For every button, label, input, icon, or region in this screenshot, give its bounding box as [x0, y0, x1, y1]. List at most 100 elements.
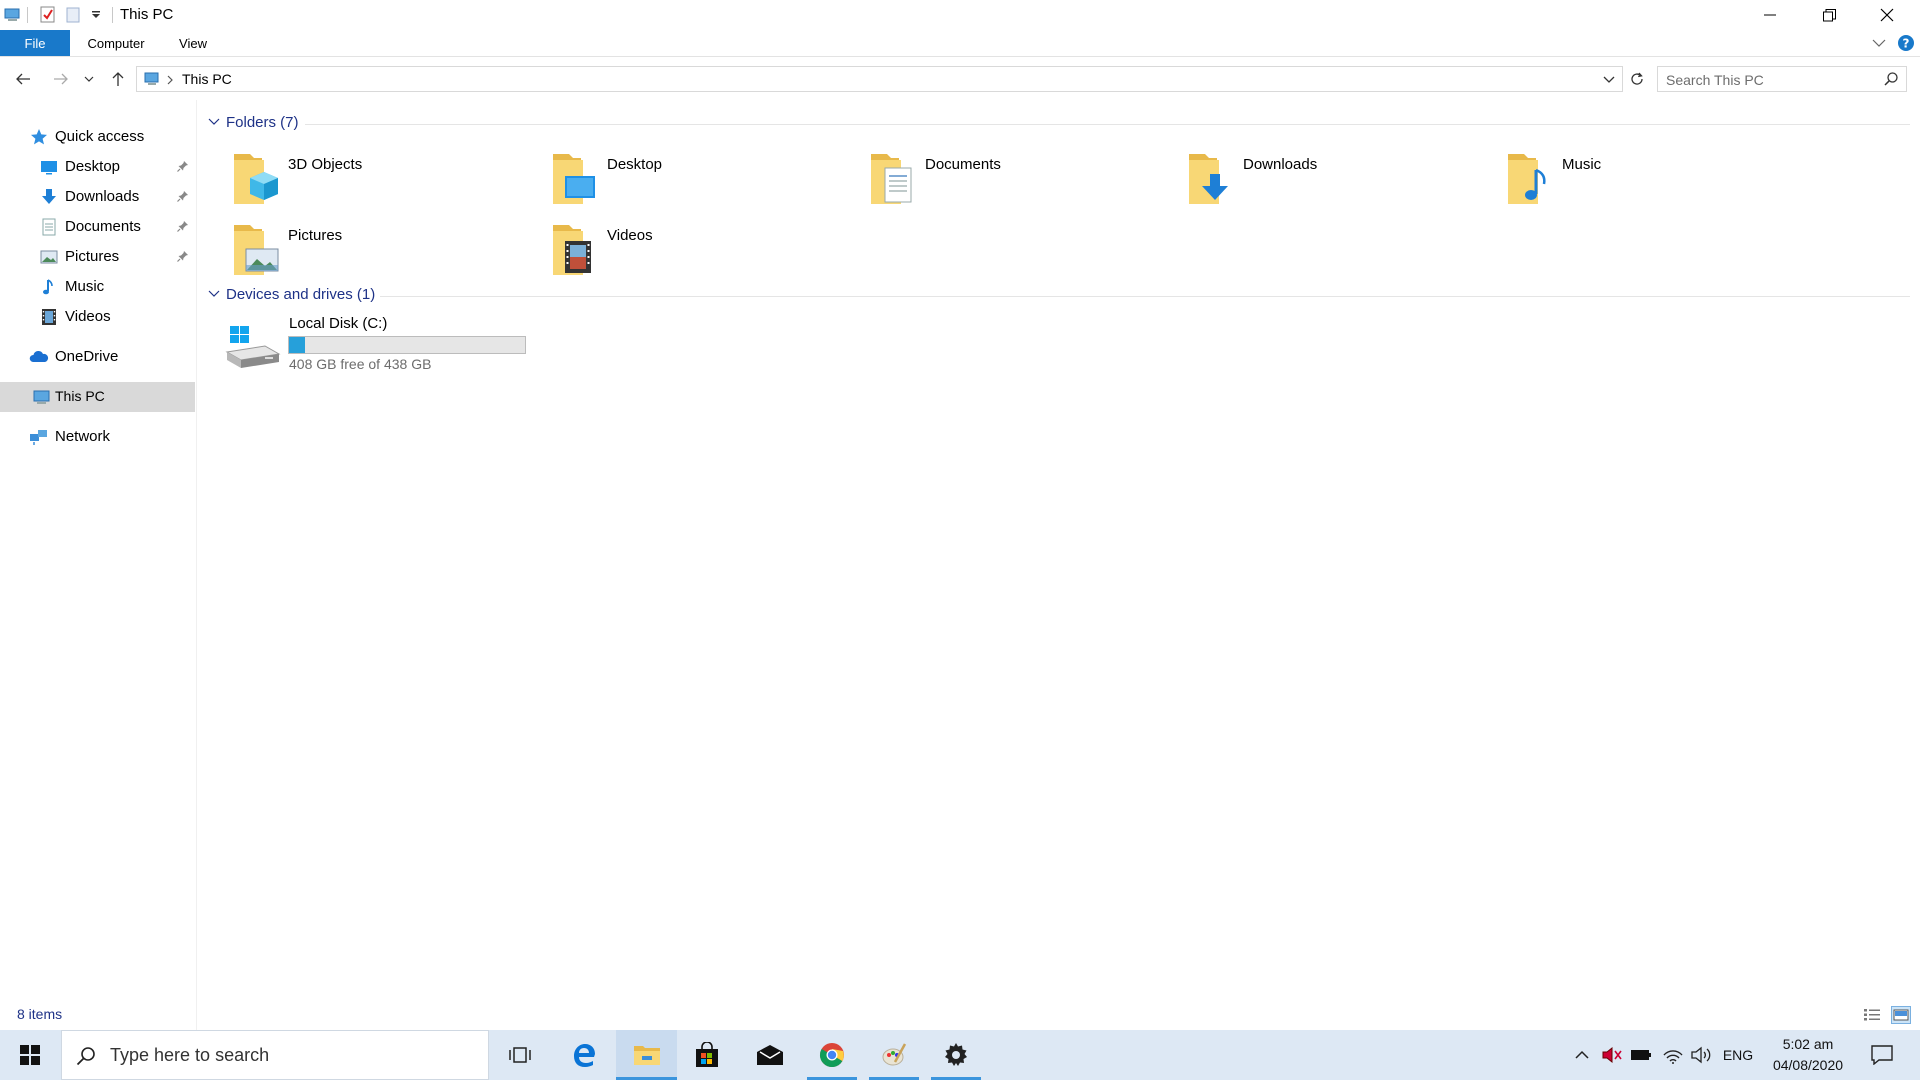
nav-label: Pictures — [65, 248, 120, 265]
wifi-icon[interactable] — [1660, 1030, 1686, 1080]
close-button[interactable] — [1858, 0, 1916, 30]
nav-documents[interactable]: Documents — [0, 212, 195, 242]
minimize-button[interactable] — [1741, 0, 1799, 30]
hard-drive-icon — [225, 326, 281, 372]
tab-computer[interactable]: Computer — [80, 30, 152, 56]
search-box[interactable]: Search This PC — [1657, 66, 1907, 92]
properties-icon[interactable] — [40, 6, 56, 24]
search-input[interactable]: Search This PC — [1666, 72, 1764, 88]
file-explorer-taskbar-icon[interactable] — [616, 1030, 677, 1080]
title-bar: This PC — [0, 0, 1920, 30]
taskbar-search-input[interactable]: Type here to search — [110, 1045, 269, 1066]
folder-downloads[interactable]: Downloads — [1187, 148, 1487, 214]
refresh-button[interactable] — [1624, 67, 1650, 91]
videos-folder-icon — [551, 219, 607, 279]
drive-usage-bar — [288, 336, 526, 354]
search-icon[interactable] — [1884, 72, 1898, 86]
mail-taskbar-icon[interactable] — [745, 1030, 795, 1080]
nav-pictures[interactable]: Pictures — [0, 242, 195, 272]
nav-this-pc[interactable]: This PC — [0, 382, 195, 412]
tab-view[interactable]: View — [172, 30, 214, 56]
chevron-down-icon[interactable] — [208, 289, 220, 299]
speaker-muted-icon[interactable] — [1599, 1030, 1625, 1080]
pin-icon[interactable] — [177, 220, 189, 232]
show-hidden-icons-button[interactable] — [1570, 1030, 1594, 1080]
pin-icon[interactable] — [177, 160, 189, 172]
svg-text:?: ? — [1903, 37, 1910, 51]
nav-desktop[interactable]: Desktop — [0, 152, 195, 182]
edge-taskbar-icon[interactable] — [559, 1030, 609, 1080]
clock[interactable]: 5:02 am 04/08/2020 — [1758, 1034, 1858, 1076]
details-view-icon[interactable] — [1863, 1008, 1881, 1022]
drive-local-disk-c[interactable]: Local Disk (C:) 408 GB free of 438 GB — [220, 314, 540, 378]
battery-icon[interactable] — [1628, 1030, 1654, 1080]
drive-usage-fill — [289, 337, 306, 353]
music-folder-icon — [1506, 148, 1562, 208]
new-folder-icon[interactable] — [66, 6, 82, 24]
paint-taskbar-icon[interactable] — [869, 1030, 919, 1080]
documents-folder-icon — [869, 148, 925, 208]
recent-locations-button[interactable] — [80, 67, 98, 91]
folder-music[interactable]: Music — [1506, 148, 1806, 214]
folder-label: Documents — [925, 156, 1001, 173]
nav-network[interactable]: Network — [0, 422, 195, 452]
pictures-icon — [40, 248, 58, 266]
address-dropdown-icon[interactable] — [1603, 75, 1615, 85]
help-icon[interactable]: ? — [1897, 34, 1915, 52]
music-icon — [40, 278, 58, 296]
chevron-down-icon[interactable] — [208, 117, 220, 127]
taskbar-search-box[interactable]: Type here to search — [61, 1030, 489, 1080]
folder-desktop[interactable]: Desktop — [551, 148, 851, 214]
forward-button[interactable] — [48, 67, 74, 91]
breadcrumb-this-pc[interactable]: This PC — [182, 71, 232, 87]
pc-icon — [33, 388, 51, 406]
folder-label: Music — [1562, 156, 1602, 173]
chrome-taskbar-icon[interactable] — [807, 1030, 857, 1080]
pin-icon[interactable] — [177, 190, 189, 202]
restore-button[interactable] — [1800, 0, 1858, 30]
settings-taskbar-icon[interactable] — [931, 1030, 981, 1080]
nav-videos[interactable]: Videos — [0, 302, 195, 332]
store-taskbar-icon[interactable] — [682, 1030, 732, 1080]
folder-label: Videos — [607, 227, 653, 244]
folder-pictures[interactable]: Pictures — [232, 219, 532, 285]
download-icon — [40, 188, 58, 206]
task-view-button[interactable] — [496, 1030, 544, 1080]
up-button[interactable] — [105, 67, 131, 91]
ribbon-tabs: File Computer View ? — [0, 30, 1920, 57]
tab-file[interactable]: File — [0, 30, 70, 56]
folder-videos[interactable]: Videos — [551, 219, 851, 285]
folder-3d-objects[interactable]: 3D Objects — [232, 148, 532, 214]
navigation-pane: Quick access Desktop Downloads Documents… — [0, 118, 196, 1000]
folder-label: Desktop — [607, 156, 663, 173]
address-bar[interactable]: This PC — [136, 66, 1623, 92]
nav-label: This PC — [55, 388, 105, 404]
customize-qat-icon[interactable] — [91, 11, 101, 19]
action-center-icon[interactable] — [1862, 1030, 1902, 1080]
breadcrumb-chevron-icon[interactable] — [167, 75, 173, 85]
volume-icon[interactable] — [1688, 1030, 1714, 1080]
nav-label: Music — [65, 278, 105, 295]
nav-downloads[interactable]: Downloads — [0, 182, 195, 212]
nav-quick-access[interactable]: Quick access — [0, 122, 195, 152]
pane-divider[interactable] — [196, 100, 197, 1030]
pin-icon[interactable] — [177, 250, 189, 262]
large-icons-view-icon[interactable] — [1891, 1006, 1911, 1024]
group-label: Folders (7) — [226, 114, 299, 131]
input-language[interactable]: ENG — [1720, 1030, 1756, 1080]
desktop-folder-icon — [551, 148, 607, 208]
nav-music[interactable]: Music — [0, 272, 195, 302]
pictures-folder-icon — [232, 219, 288, 279]
group-divider — [305, 124, 1910, 125]
cloud-icon — [29, 348, 49, 366]
taskbar: Type here to search ENG 5:02 am 04/08/20… — [0, 1030, 1920, 1080]
nav-onedrive[interactable]: OneDrive — [0, 342, 195, 372]
nav-label: Quick access — [55, 128, 145, 145]
drive-label: Local Disk (C:) — [289, 315, 388, 332]
folder-label: Downloads — [1243, 156, 1318, 173]
expand-ribbon-icon[interactable] — [1872, 38, 1886, 48]
start-button[interactable] — [0, 1030, 60, 1080]
pc-app-icon[interactable] — [4, 6, 22, 24]
folder-documents[interactable]: Documents — [869, 148, 1169, 214]
back-button[interactable] — [10, 67, 36, 91]
